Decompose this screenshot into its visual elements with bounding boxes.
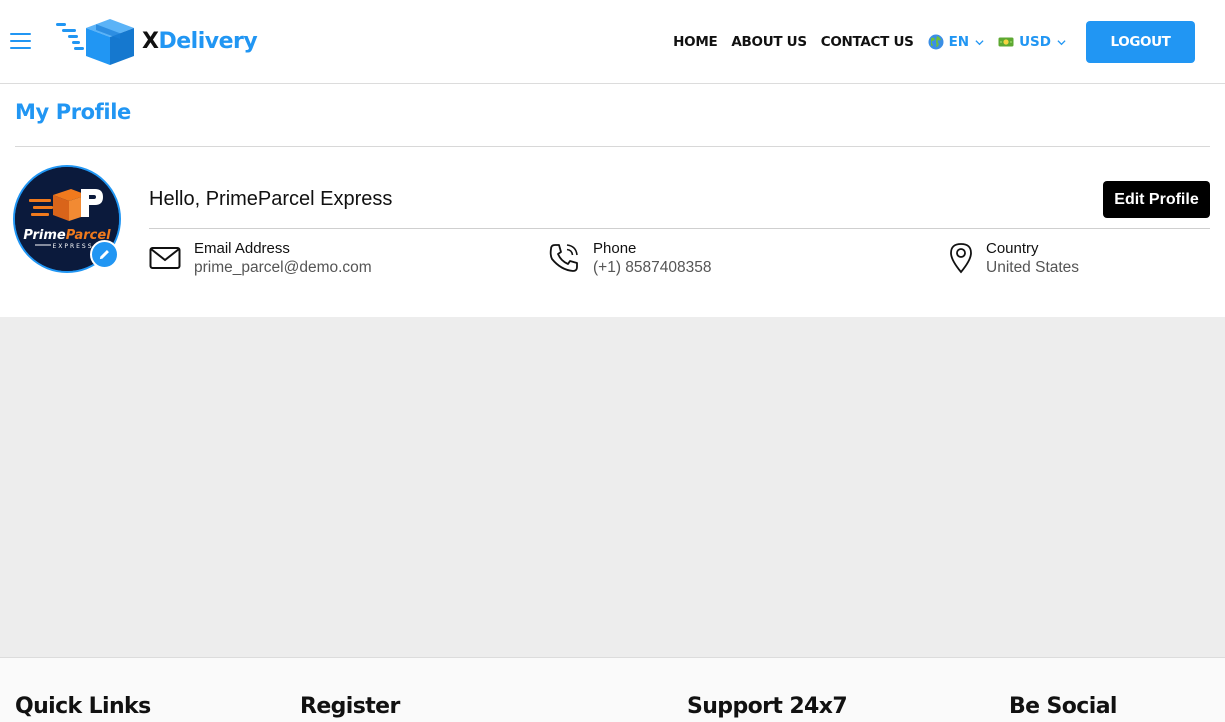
footer-heading-be-social: Be Social — [1009, 694, 1117, 719]
page-title: My Profile — [15, 100, 131, 124]
email-label: Email Address — [194, 240, 290, 257]
mail-icon — [149, 247, 181, 269]
currency-dropdown[interactable]: USD — [998, 34, 1066, 50]
globe-icon — [928, 34, 944, 50]
language-dropdown[interactable]: EN — [928, 34, 985, 50]
money-icon — [998, 37, 1014, 47]
edit-avatar-button[interactable] — [90, 240, 119, 269]
phone-label: Phone — [593, 240, 637, 257]
footer-heading-support: Support 24x7 — [687, 694, 848, 719]
main-nav: HOME ABOUT US CONTACT US EN USD LOGOUT — [673, 21, 1195, 63]
nav-contact-us[interactable]: CONTACT US — [821, 34, 914, 50]
hamburger-icon[interactable] — [10, 33, 31, 49]
top-header: XDelivery HOME ABOUT US CONTACT US EN US… — [0, 0, 1225, 84]
email-info: Email Address prime_parcel@demo.com — [149, 240, 372, 279]
delivery-box-logo-icon — [56, 19, 134, 65]
logout-button[interactable]: LOGOUT — [1086, 21, 1195, 63]
nav-about-us[interactable]: ABOUT US — [731, 34, 807, 50]
footer-heading-register: Register — [300, 694, 400, 719]
divider — [149, 228, 1210, 229]
brand-logo[interactable]: XDelivery — [54, 16, 258, 66]
country-value: United States — [986, 259, 1080, 276]
location-pin-icon — [950, 243, 972, 274]
divider — [15, 146, 1210, 147]
pencil-icon — [99, 250, 109, 260]
footer: Quick Links Register Support 24x7 Be Soc… — [0, 657, 1225, 722]
chevron-down-icon — [1057, 39, 1066, 45]
email-value: prime_parcel@demo.com — [194, 259, 372, 276]
phone-value: (+1) 8587408358 — [593, 259, 712, 276]
country-info: Country United States — [948, 240, 1079, 279]
greeting-text: Hello, PrimeParcel Express — [149, 188, 393, 210]
profile-card: My Profile PrimeParcel EXPRESS Hello, Pr… — [0, 84, 1225, 317]
nav-home[interactable]: HOME — [673, 34, 718, 50]
phone-icon — [549, 244, 578, 272]
country-label: Country — [986, 240, 1039, 257]
brand-name: XDelivery — [142, 28, 258, 54]
edit-profile-button[interactable]: Edit Profile — [1103, 181, 1210, 218]
footer-heading-quick-links: Quick Links — [15, 694, 151, 719]
phone-info: Phone (+1) 8587408358 — [548, 240, 712, 279]
currency-value: USD — [1019, 34, 1051, 50]
chevron-down-icon — [975, 39, 984, 45]
language-value: EN — [948, 34, 970, 50]
svg-text:EXPRESS: EXPRESS — [52, 243, 93, 250]
